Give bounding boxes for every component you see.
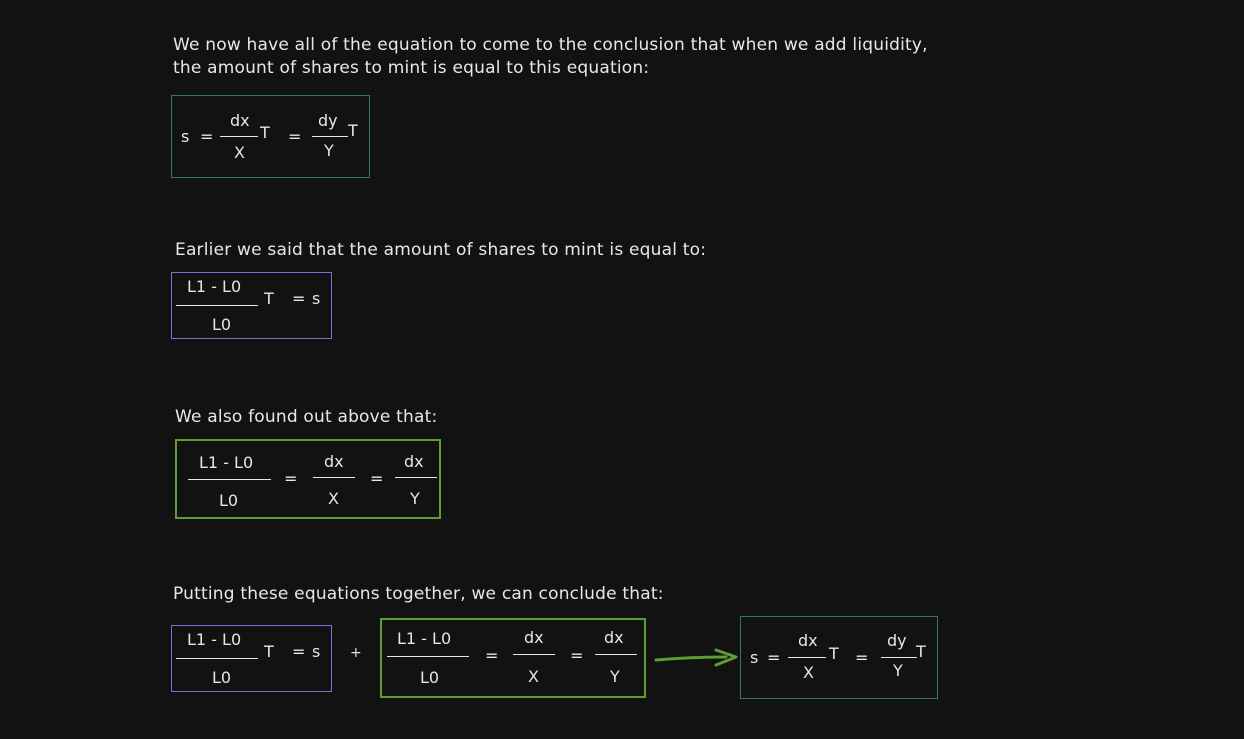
fraction-bar-dy — [312, 136, 348, 138]
concl-liq-equals: = — [292, 642, 306, 661]
ratio-y: Y — [410, 489, 420, 508]
result-x: X — [803, 663, 814, 682]
plus-sign: + — [350, 645, 362, 661]
fraction-bar-result-dy — [881, 657, 917, 659]
fraction-bar-concl-ratio — [387, 656, 469, 658]
conclusion-liquidity-box: L1 - L0 L0 T = s — [171, 625, 332, 692]
ratio-denominator: L0 — [219, 491, 239, 510]
eq-x: X — [234, 143, 245, 162]
concl-liq-numerator: L1 - L0 — [187, 630, 242, 649]
concl-ratio-dx-2: dx — [604, 628, 624, 647]
liquidity-equation-box: L1 - L0 L0 T = s — [171, 272, 332, 339]
ratio-x: X — [328, 489, 339, 508]
liq-numerator: L1 - L0 — [187, 277, 242, 296]
earlier-text: Earlier we said that the amount of share… — [175, 240, 707, 260]
result-equals-1: = — [767, 648, 781, 667]
eq-y: Y — [324, 141, 334, 160]
concl-liq-t: T — [264, 642, 274, 661]
concl-ratio-denominator: L0 — [420, 668, 440, 687]
concl-ratio-numerator: L1 - L0 — [397, 629, 452, 648]
result-equals-2: = — [855, 648, 869, 667]
result-equation-box: s = dx X T = dy Y T — [740, 616, 938, 699]
fraction-bar-dx-1 — [313, 477, 355, 479]
ratio-equals-2: = — [370, 469, 384, 488]
eq-dy: dy — [318, 111, 338, 130]
ratio-equation-box: L1 - L0 L0 = dx X = dx Y — [175, 439, 441, 519]
result-t-2: T — [916, 642, 926, 661]
fraction-bar-dx-2 — [395, 477, 437, 479]
conclusion-ratio-box: L1 - L0 L0 = dx X = dx Y — [380, 618, 646, 698]
concl-ratio-equals-1: = — [485, 646, 499, 665]
fraction-bar-liq — [176, 305, 258, 307]
fraction-bar-concl-dx-1 — [513, 654, 555, 656]
liq-denominator: L0 — [212, 315, 232, 334]
arrow-right-icon — [654, 648, 738, 667]
liq-t: T — [264, 289, 274, 308]
concl-ratio-y: Y — [610, 667, 620, 686]
result-s: s — [750, 648, 759, 667]
eq-t-2: T — [348, 121, 358, 140]
eq-equals-2: = — [288, 127, 302, 146]
ratio-numerator: L1 - L0 — [199, 453, 254, 472]
result-dx: dx — [798, 631, 818, 650]
share-equation-box: s = dx X T = dy Y T — [171, 95, 370, 178]
eq-s: s — [181, 127, 190, 146]
eq-dx: dx — [230, 111, 250, 130]
result-y: Y — [893, 661, 903, 680]
concl-ratio-dx-1: dx — [524, 628, 544, 647]
fraction-bar-concl-dx-2 — [595, 654, 637, 656]
conclusion-text: Putting these equations together, we can… — [173, 584, 664, 604]
fraction-bar-concl-liq — [176, 658, 258, 660]
concl-liq-denominator: L0 — [212, 668, 232, 687]
fraction-bar-result-dx — [788, 657, 826, 659]
ratio-dx-2: dx — [404, 452, 424, 471]
intro-text-line-1: We now have all of the equation to come … — [173, 35, 928, 55]
intro-text-line-2: the amount of shares to mint is equal to… — [173, 58, 650, 78]
result-t-1: T — [829, 644, 839, 663]
ratio-equals-1: = — [284, 469, 298, 488]
eq-t-1: T — [260, 123, 270, 142]
liq-s: s — [312, 289, 321, 308]
fraction-bar-ratio — [188, 479, 271, 481]
found-text: We also found out above that: — [175, 407, 438, 427]
liq-equals: = — [292, 289, 306, 308]
concl-liq-s: s — [312, 642, 321, 661]
concl-ratio-x: X — [528, 667, 539, 686]
fraction-bar-dx — [220, 136, 258, 138]
concl-ratio-equals-2: = — [570, 646, 584, 665]
eq-equals-1: = — [200, 127, 214, 146]
ratio-dx-1: dx — [324, 452, 344, 471]
result-dy: dy — [887, 631, 907, 650]
